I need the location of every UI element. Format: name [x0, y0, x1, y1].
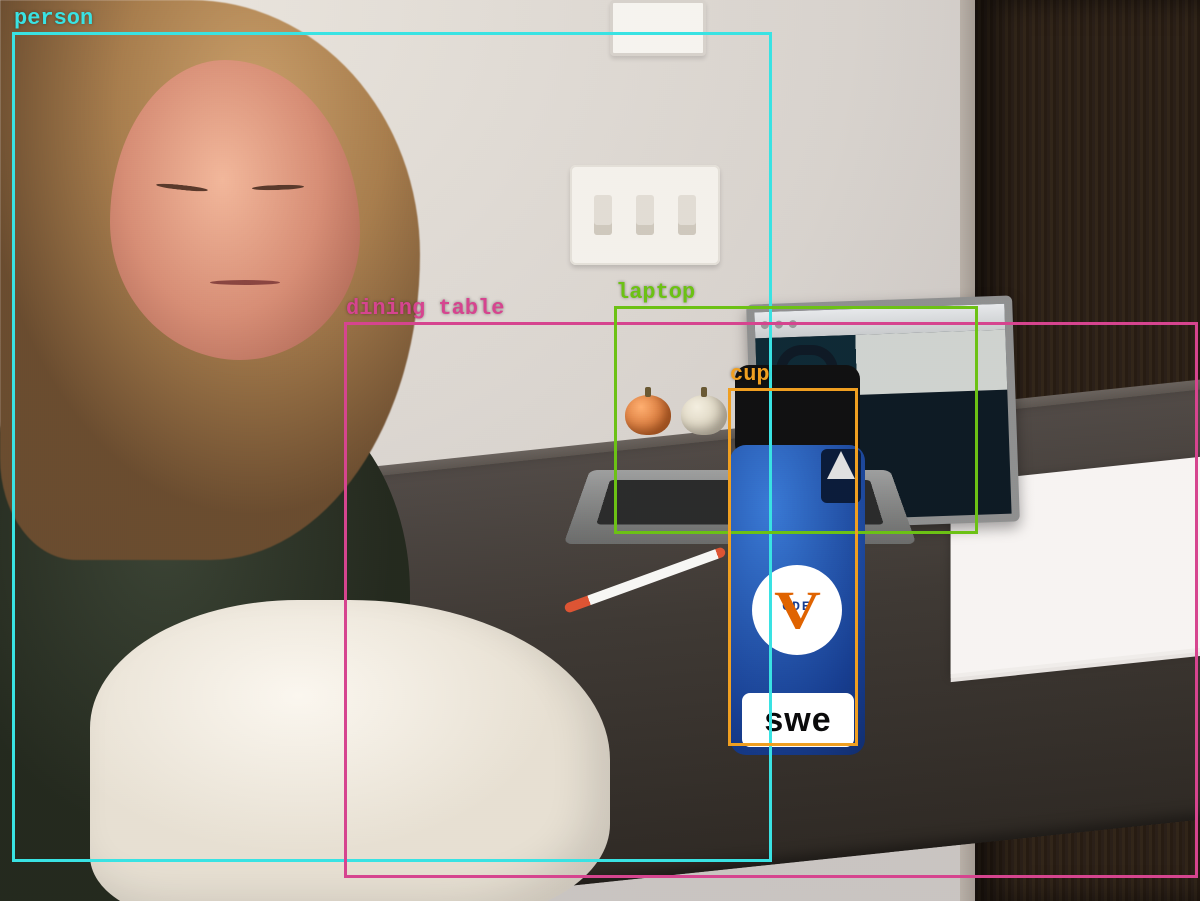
light-switch-plate	[570, 165, 720, 265]
pumpkin-white	[681, 395, 727, 435]
blanket	[90, 600, 610, 901]
window-dot-icon	[775, 320, 783, 328]
bottle-body: CDE V swe	[730, 445, 865, 755]
swe-sticker: swe	[742, 693, 854, 747]
light-switch-1	[594, 195, 612, 235]
scene-root: CDE V swe person dining table laptop cup	[0, 0, 1200, 901]
pumpkin-orange-1	[625, 395, 671, 435]
bottle-cap	[735, 365, 860, 455]
light-switch-2	[636, 195, 654, 235]
v-logo-sticker: CDE V	[752, 565, 842, 655]
person-mouth	[210, 280, 280, 285]
water-bottle: CDE V swe	[730, 365, 865, 755]
light-switch-3	[678, 195, 696, 235]
window-dot-icon	[789, 320, 797, 328]
thermostat	[610, 0, 706, 56]
v-letter-icon: V	[774, 583, 821, 637]
sailing-sticker-icon	[821, 449, 861, 503]
window-dot-icon	[761, 321, 769, 329]
